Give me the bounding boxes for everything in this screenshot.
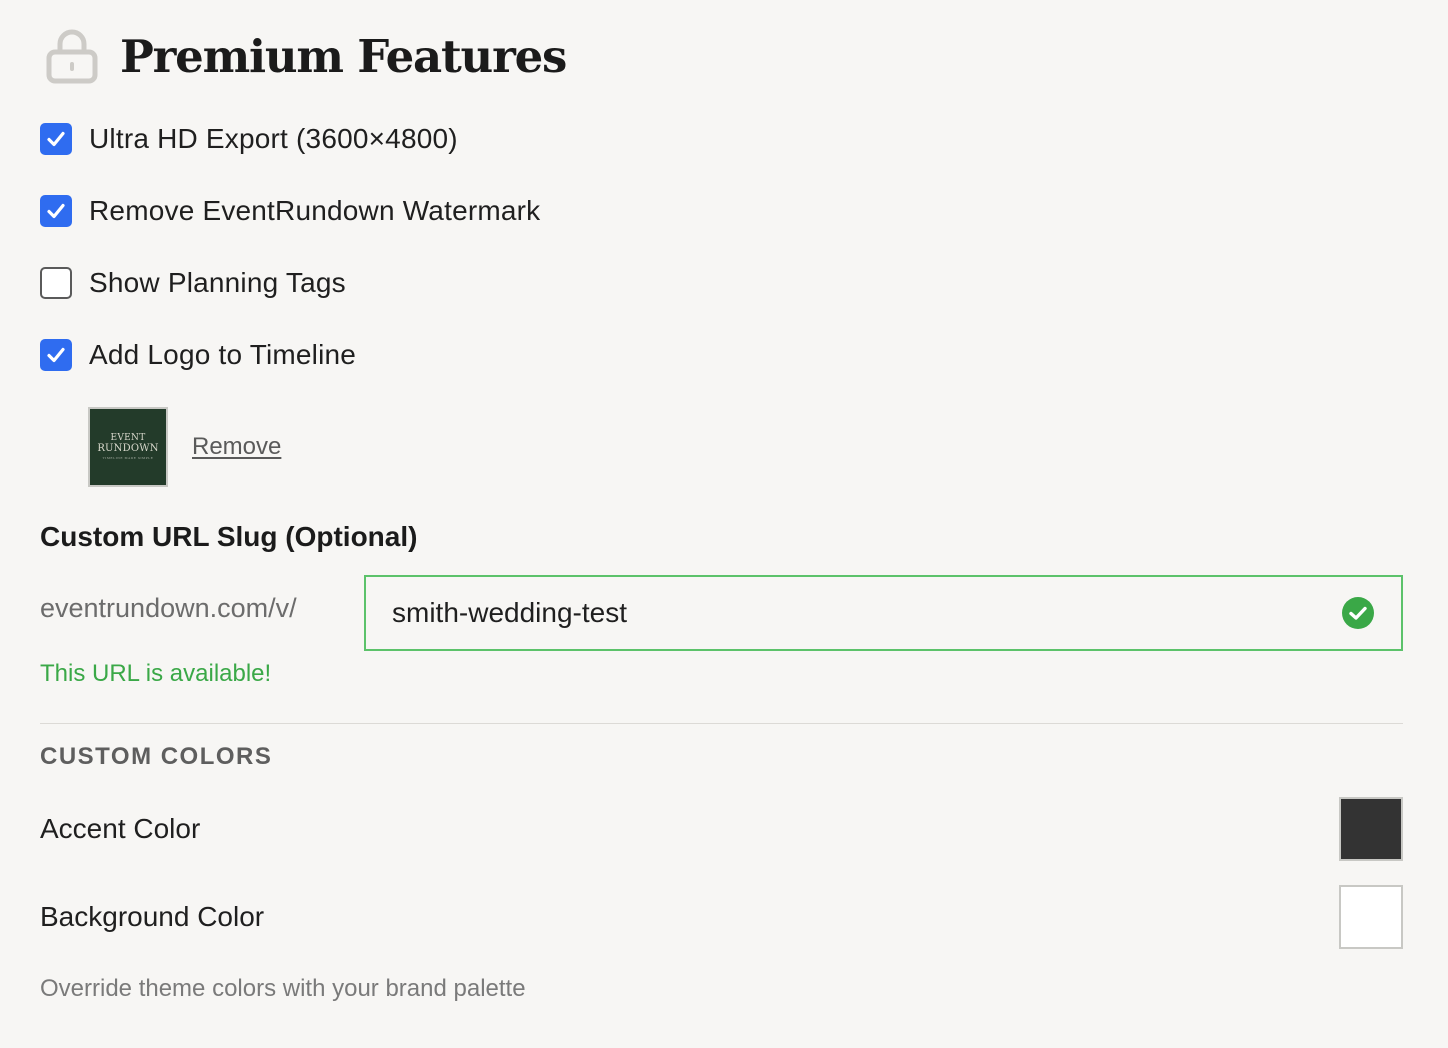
url-slug-input[interactable]: smith-wedding-test	[364, 575, 1403, 651]
accent-color-swatch[interactable]	[1339, 797, 1403, 861]
option-label: Add Logo to Timeline	[89, 339, 357, 370]
option-remove-watermark[interactable]: Remove EventRundown Watermark	[40, 195, 540, 227]
url-slug-label: Custom URL Slug (Optional)	[40, 521, 418, 552]
logo-text-line1: EVENT	[110, 433, 146, 443]
logo-text-line2: RUNDOWN	[97, 443, 159, 454]
background-color-swatch[interactable]	[1339, 885, 1403, 949]
check-circle-icon	[1342, 597, 1374, 629]
premium-features-header: Premium Features	[46, 26, 567, 86]
checkbox-add-logo[interactable]	[40, 339, 72, 371]
checkbox-ultra-hd-export[interactable]	[40, 123, 72, 155]
logo-preview-row: EVENT RUNDOWN TIMELINE MADE SIMPLE Remov…	[88, 407, 281, 487]
accent-color-label: Accent Color	[40, 813, 201, 844]
option-label: Ultra HD Export (3600×4800)	[89, 123, 458, 154]
logo-thumbnail: EVENT RUNDOWN TIMELINE MADE SIMPLE	[88, 407, 168, 487]
option-label: Show Planning Tags	[89, 267, 346, 298]
lock-icon	[46, 29, 98, 84]
page-title: Premium Features	[120, 29, 567, 83]
option-ultra-hd-export[interactable]: Ultra HD Export (3600×4800)	[40, 123, 458, 155]
url-prefix: eventrundown.com/v/	[40, 593, 297, 623]
url-slug-value[interactable]: smith-wedding-test	[392, 597, 1341, 629]
remove-logo-link[interactable]: Remove	[192, 433, 281, 461]
checkmark-icon	[47, 203, 65, 219]
custom-colors-helper-text: Override theme colors with your brand pa…	[40, 975, 526, 1002]
url-availability-status: This URL is available!	[40, 660, 272, 687]
logo-text-line3: TIMELINE MADE SIMPLE	[102, 456, 154, 460]
checkbox-remove-watermark[interactable]	[40, 195, 72, 227]
background-color-label: Background Color	[40, 901, 265, 932]
option-label: Remove EventRundown Watermark	[89, 195, 541, 226]
option-add-logo[interactable]: Add Logo to Timeline	[40, 339, 356, 371]
checkmark-icon	[47, 347, 65, 363]
checkmark-icon	[47, 131, 65, 147]
checkbox-show-planning-tags[interactable]	[40, 267, 72, 299]
section-divider	[40, 723, 1403, 724]
custom-colors-heading: CUSTOM COLORS	[40, 743, 273, 770]
option-show-planning-tags[interactable]: Show Planning Tags	[40, 267, 346, 299]
